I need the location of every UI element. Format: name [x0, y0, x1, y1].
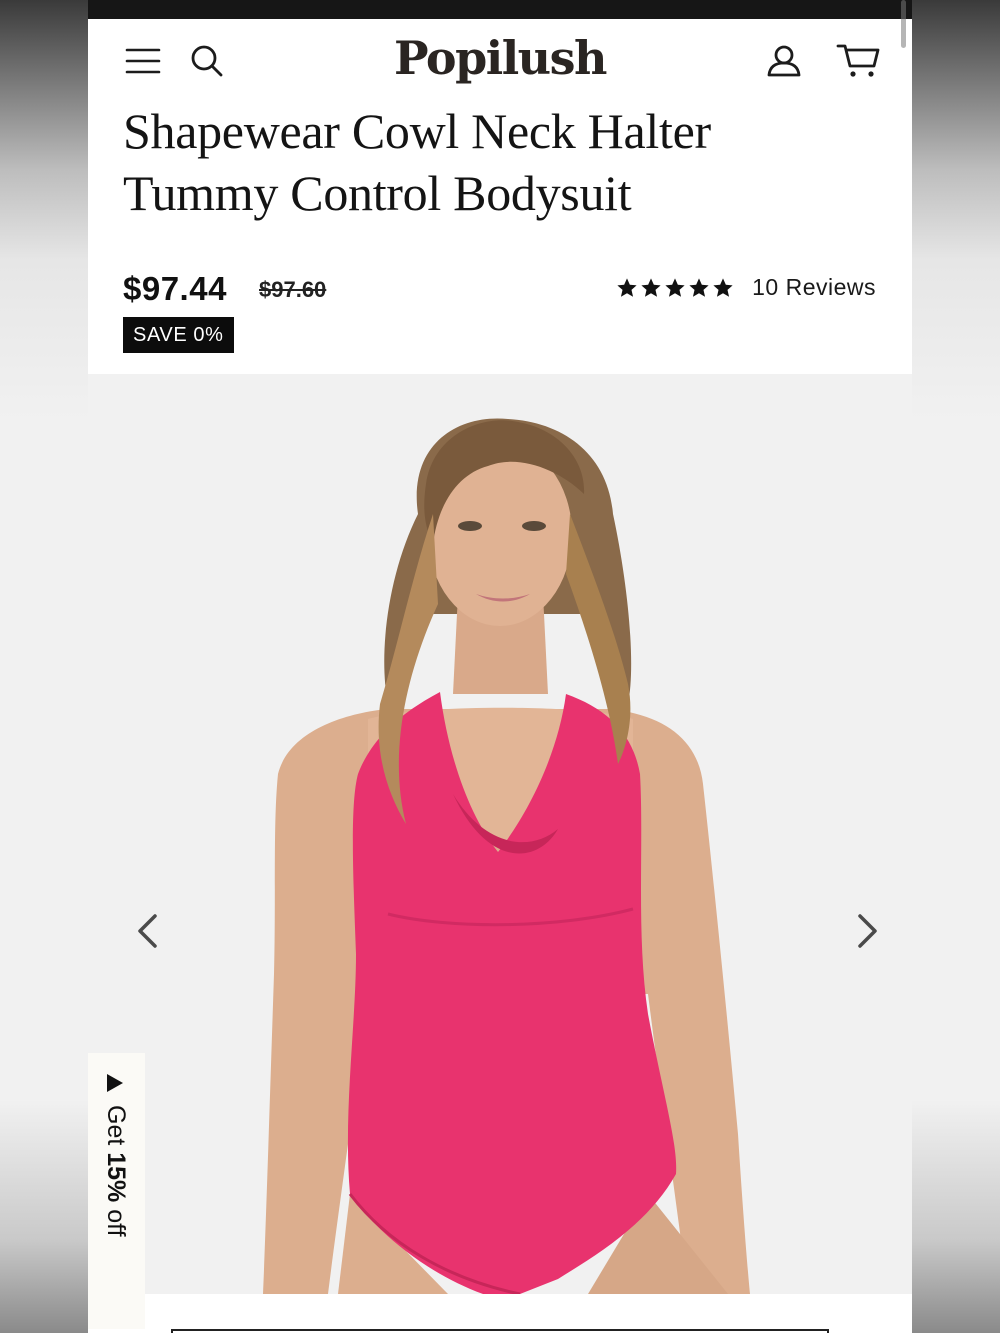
promo-suffix: off [102, 1202, 130, 1237]
product-price: $97.44 [123, 270, 227, 307]
gallery-next-button[interactable] [846, 909, 890, 953]
save-badge: SAVE 0% [123, 317, 234, 353]
star-icon [689, 277, 709, 297]
chevron-right-icon [858, 914, 877, 948]
account-icon[interactable] [764, 43, 804, 79]
chevron-left-icon [138, 914, 157, 948]
rating-summary[interactable]: 10 Reviews [616, 274, 876, 301]
rating-stars [616, 277, 734, 299]
promo-label: Get 15% off [101, 1105, 130, 1237]
reviews-link[interactable]: 10 Reviews [752, 274, 876, 301]
cart-icon[interactable] [834, 41, 882, 81]
discount-promo-tab[interactable]: Get 15% off [88, 1053, 145, 1329]
promo-prefix: Get [102, 1105, 130, 1153]
star-icon [713, 277, 733, 297]
phone-screen: Popilush Shapewear Cowl Neck Halter Tumm… [88, 0, 912, 1333]
compare-at-price: $97.60 [259, 277, 327, 302]
play-triangle-icon [107, 1074, 124, 1092]
star-icon [617, 277, 637, 297]
promo-highlight: 15% [102, 1152, 130, 1203]
bottom-section-border [171, 1329, 829, 1333]
status-bar [88, 0, 912, 19]
product-title: Shapewear Cowl Neck Halter Tummy Control… [123, 100, 823, 224]
star-icon [641, 277, 661, 297]
product-gallery[interactable] [88, 374, 912, 1294]
star-icon [665, 277, 685, 297]
gallery-prev-button[interactable] [125, 909, 169, 953]
product-title-line2: Tummy Control Bodysuit [123, 165, 632, 221]
site-header: Popilush [88, 19, 912, 104]
product-image [263, 418, 750, 1294]
page-bottom [88, 1294, 912, 1333]
promo-content: Get 15% off [101, 1074, 130, 1237]
product-title-line1: Shapewear Cowl Neck Halter [123, 103, 711, 159]
